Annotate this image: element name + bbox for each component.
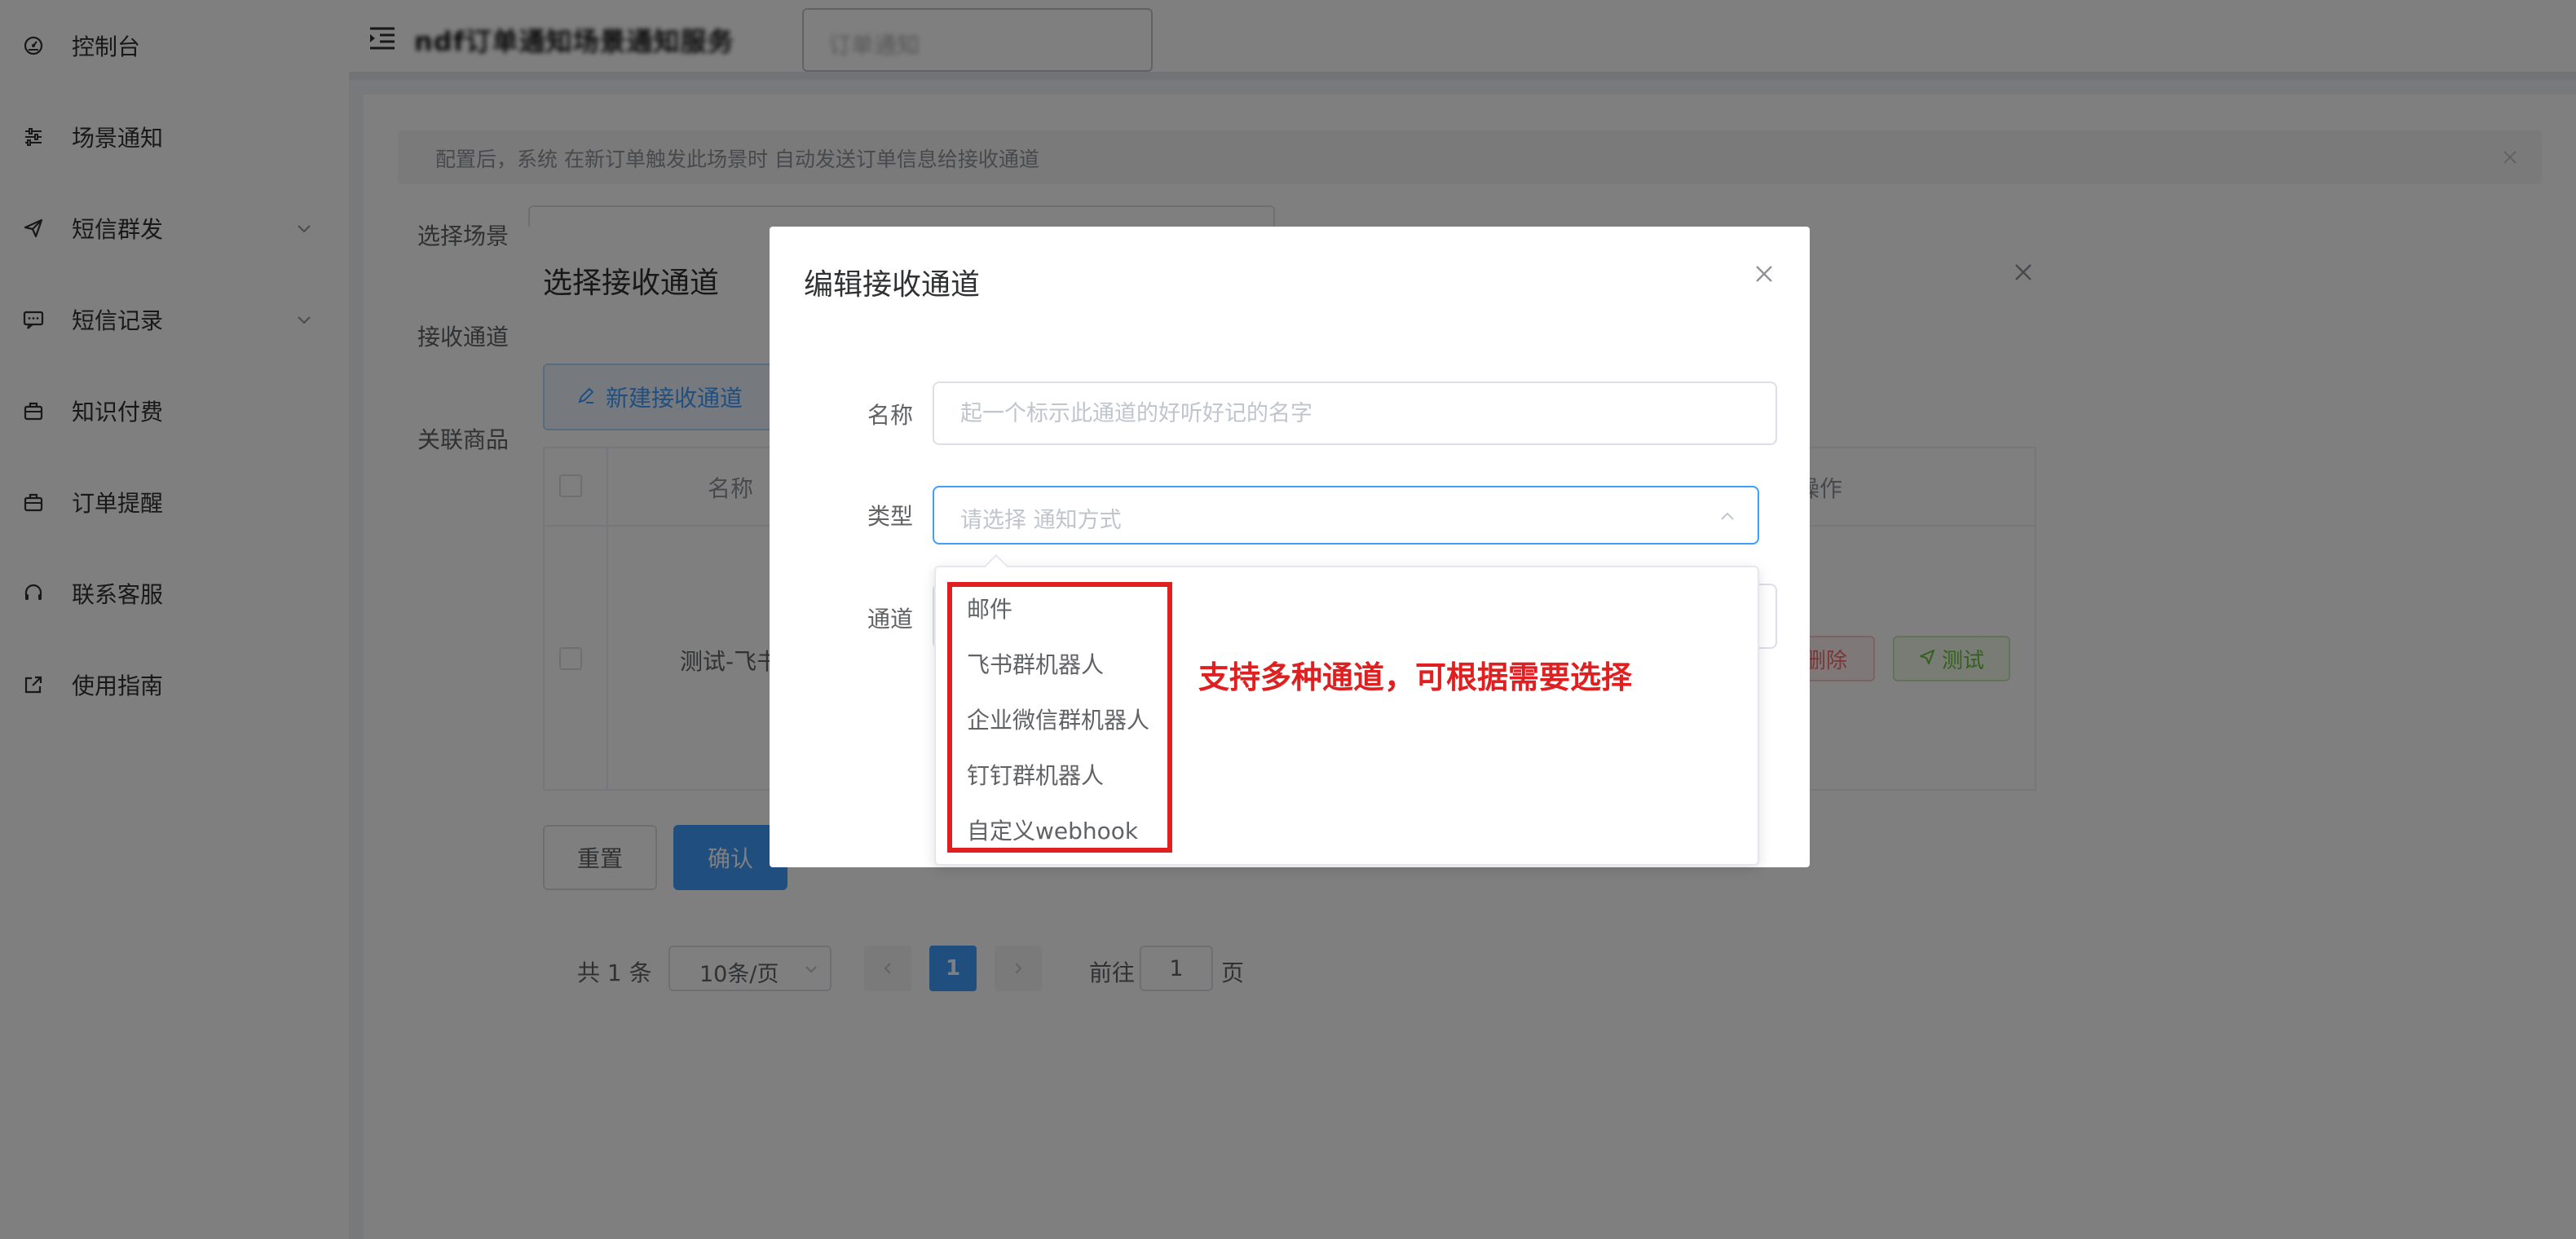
name-label: 名称 (867, 402, 914, 429)
chevron-up-icon (1718, 507, 1736, 525)
close-icon[interactable] (1751, 261, 1777, 287)
type-label: 类型 (867, 503, 914, 530)
type-select-placeholder: 请选择 通知方式 (960, 508, 1122, 533)
dialog-title: 编辑接收通道 (804, 268, 981, 302)
highlight-box (947, 582, 1172, 853)
channel-label: 通道 (867, 606, 914, 633)
type-select[interactable]: 请选择 通知方式 (933, 486, 1759, 545)
annotation-text: 支持多种通道，可根据需要选择 (1198, 659, 1633, 695)
name-input[interactable] (933, 381, 1777, 445)
